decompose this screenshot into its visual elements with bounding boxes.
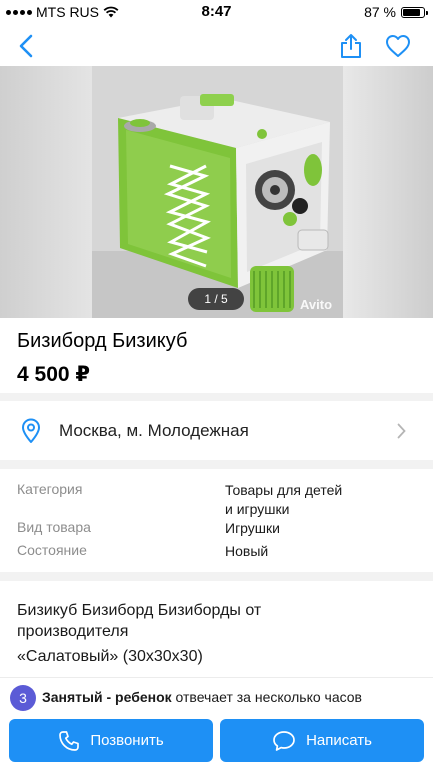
map-pin-icon	[22, 418, 40, 443]
description-text-line2: «Салатовый» (30x30x30)	[17, 648, 203, 665]
call-button[interactable]: Позвонить	[9, 719, 213, 762]
section-divider	[0, 572, 433, 581]
description-text: Бизикуб Бизиборд Бизиборды от производит…	[17, 602, 262, 640]
seller-response-time: отвечает за несколько часов	[171, 689, 362, 705]
product-photo	[0, 66, 433, 318]
battery-fill	[403, 8, 421, 16]
heart-icon	[386, 35, 410, 57]
location-row[interactable]: Москва, м. Молодежная	[0, 401, 433, 459]
param-value-category-line2: и игрушки	[225, 501, 290, 517]
share-button[interactable]	[333, 28, 369, 64]
listing-title: Бизиборд Бизикуб	[17, 330, 188, 352]
listing-price: 4 500 ₽	[17, 363, 90, 386]
seller-info: Занятый - ребенок отвечает за несколько …	[42, 689, 362, 705]
seller-avatar-badge: 3	[10, 685, 36, 711]
seller-bar[interactable]: 3 Занятый - ребенок отвечает за нескольк…	[0, 677, 433, 716]
chevron-right-icon	[397, 423, 406, 439]
phone-icon	[59, 730, 80, 751]
param-label-category: Категория	[17, 481, 83, 497]
chat-bubble-icon	[273, 730, 295, 751]
param-label-condition: Состояние	[17, 542, 87, 558]
gallery-counter: 1 / 5	[188, 288, 244, 310]
favorite-button[interactable]	[380, 28, 416, 64]
section-divider	[0, 460, 433, 469]
param-value-type: Игрушки	[225, 520, 280, 536]
section-divider	[0, 393, 433, 401]
back-button[interactable]	[8, 28, 44, 64]
chevron-left-icon	[19, 34, 33, 58]
status-right: 87 %	[364, 4, 428, 20]
status-bar: MTS RUS 8:47 87 %	[0, 0, 433, 24]
call-button-label: Позвонить	[90, 732, 164, 749]
seller-name: Занятый - ребенок	[42, 689, 172, 705]
nav-bar	[0, 24, 433, 66]
param-label-type: Вид товара	[17, 519, 91, 535]
message-button-label: Написать	[306, 732, 372, 749]
share-icon	[341, 34, 361, 58]
watermark-logo: Avito	[300, 297, 333, 312]
photo-gallery[interactable]	[0, 66, 433, 318]
param-value-category-line1: Товары для детей	[225, 482, 343, 498]
battery-icon	[401, 6, 428, 18]
message-button[interactable]: Написать	[220, 719, 424, 762]
location-text: Москва, м. Молодежная	[59, 421, 249, 440]
param-value-condition: Новый	[225, 543, 269, 559]
param-value-category: Товары для детей и игрушки	[225, 481, 342, 519]
battery-percent: 87 %	[364, 4, 396, 20]
